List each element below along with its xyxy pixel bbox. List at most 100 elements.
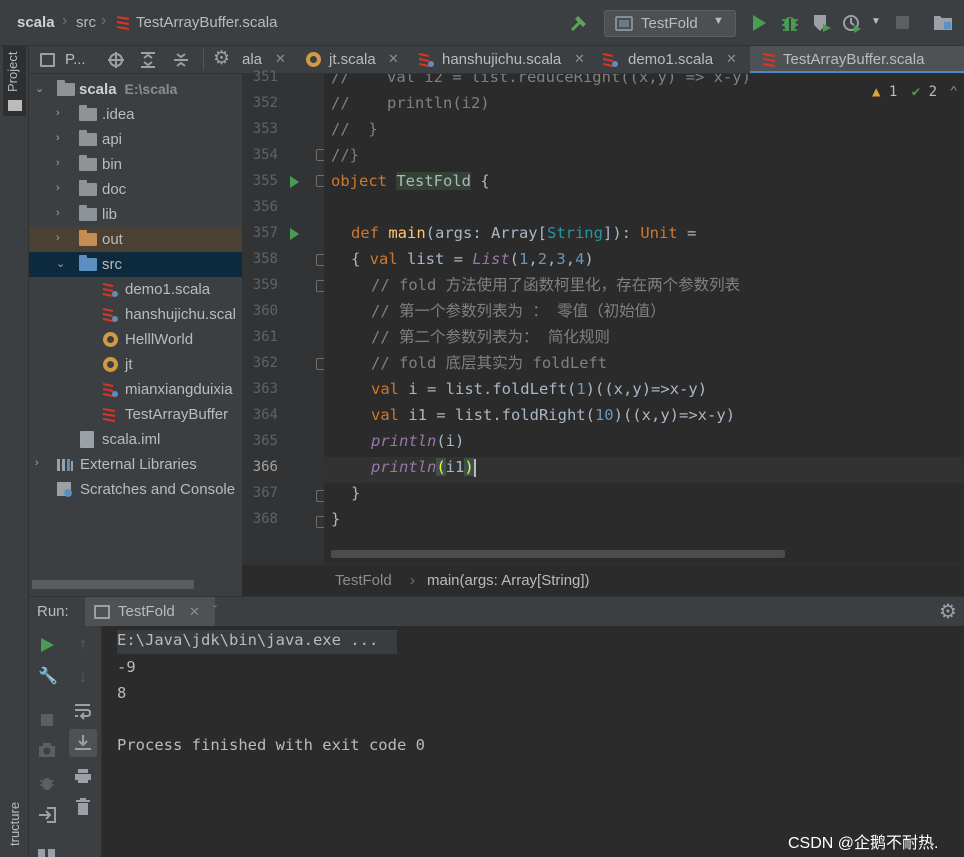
scala-object-icon [103,383,118,397]
tree-item-file[interactable]: TestArrayBuffer [29,402,242,427]
horizontal-scrollbar[interactable] [32,580,194,589]
profiler-icon[interactable] [841,12,863,34]
project-tool-tab[interactable]: Project [3,46,26,116]
expand-all-icon[interactable] [139,51,157,69]
coverage-icon[interactable] [811,12,833,34]
locate-target-icon[interactable] [107,51,125,69]
tab-jt[interactable]: jt.scala ✕ [302,46,408,73]
run-configuration-select[interactable]: TestFold ▼ [604,10,736,37]
editor-horizontal-scrollbar[interactable] [331,550,785,558]
soft-wrap-icon[interactable] [74,702,92,720]
chevron-down-icon[interactable]: ⌄ [56,257,68,270]
tree-item-file[interactable]: mianxiangduixia [29,377,242,402]
chevron-right-icon[interactable]: › [56,107,68,119]
warning-count: 1 [888,84,898,100]
layout-icon[interactable] [38,849,45,857]
close-icon[interactable]: ✕ [574,51,585,67]
tree-item-api[interactable]: › api [29,127,242,152]
tree-item-root[interactable]: ⌄ scala E:\scala [29,77,242,102]
stop-icon[interactable] [41,714,53,726]
scala-file-icon [103,408,115,422]
tree-item-bin[interactable]: › bin [29,152,242,177]
chevron-down-icon[interactable]: ⌄ [35,82,47,95]
scratches-icon [57,482,72,497]
console-output[interactable]: E:\Java\jdk\bin\java.exe ... -9 8 Proces… [102,626,964,857]
camera-icon[interactable] [38,742,56,758]
layout-icon[interactable] [48,849,55,857]
project-structure-icon[interactable] [932,12,954,34]
collapse-all-icon[interactable] [172,51,190,69]
tab-hanshujichu[interactable]: hanshujichu.scala ✕ [412,46,590,73]
chevron-right-icon[interactable]: › [56,132,68,144]
tree-item-lib[interactable]: › lib [29,202,242,227]
chevron-down-icon[interactable]: ▼ [871,16,881,27]
chevron-right-icon[interactable]: › [56,232,68,244]
tree-item-scratches[interactable]: Scratches and Console [29,477,242,502]
arrow-up-icon[interactable]: ↑ [74,636,92,654]
left-tool-strip: Project tructure [0,46,29,857]
close-icon[interactable]: ✕ [189,604,200,620]
run-tab-label: TestFold [118,603,175,620]
tree-item-file[interactable]: HelllWorld [29,327,242,352]
debug-bug-icon[interactable] [779,12,801,34]
chevron-right-icon[interactable]: › [56,207,68,219]
tree-item-external-libraries[interactable]: › External Libraries [29,452,242,477]
chevron-down-icon[interactable]: ˇ [213,603,217,617]
breadcrumb-file[interactable]: TestArrayBuffer.scala [136,14,277,31]
breadcrumb-project[interactable]: scala [17,14,55,31]
gear-icon[interactable]: ⚙ [939,599,957,624]
scala-object-icon [419,53,434,67]
tree-item-src[interactable]: ⌄ src [29,252,242,277]
object-icon [103,357,118,372]
code-line: def main(args: Array[String]): Unit = [351,224,697,242]
line-number: 353 [252,121,278,137]
code-line: // fold 方法使用了函数柯里化，存在两个参数列表 [371,276,741,294]
exit-icon[interactable] [38,806,56,824]
chevron-right-icon[interactable]: › [56,157,68,169]
code-line: println(i) [371,432,465,450]
stop-icon[interactable] [896,16,909,29]
tree-item-out[interactable]: › out [29,227,242,252]
chevron-up-icon[interactable]: ⌃ [950,84,958,100]
folder-icon [8,100,22,111]
tree-item-label: api [102,131,123,148]
close-icon[interactable]: ✕ [726,51,737,67]
run-gutter-icon[interactable] [290,176,299,188]
tab-testarraybuffer[interactable]: TestArrayBuffer.scala [750,46,964,73]
close-icon[interactable]: ✕ [275,51,286,67]
tree-item-file[interactable]: hanshujichu.scal [29,302,242,327]
console-line: Process finished with exit code 0 [117,736,425,754]
project-tab-label: Project [5,51,20,92]
close-icon[interactable]: ✕ [388,51,399,67]
run-icon[interactable] [748,12,770,34]
breadcrumb-method[interactable]: main(args: Array[String]) [427,572,590,589]
code-editor[interactable]: // val i2 = list.reduceRight((x,y) => x-… [324,74,964,564]
chevron-right-icon[interactable]: › [56,182,68,194]
tree-item-file[interactable]: demo1.scala [29,277,242,302]
build-hammer-icon[interactable] [568,12,590,34]
tree-item-doc[interactable]: › doc [29,177,242,202]
tree-item-file[interactable]: scala.iml [29,427,242,452]
debug-bug-icon[interactable] [38,774,56,792]
trash-icon[interactable] [75,798,91,816]
print-icon[interactable] [74,768,92,784]
breadcrumb-object[interactable]: TestFold [335,572,392,589]
tree-item-idea[interactable]: › .idea [29,102,242,127]
project-toolbar: P... ⚙ [29,46,242,74]
project-view-select[interactable]: P... [65,51,86,68]
inspection-widget[interactable]: ▲ 1 ✔ 2 ⌃ [872,84,958,100]
chevron-right-icon[interactable]: › [35,457,47,469]
run-gutter-icon[interactable] [290,228,299,240]
line-number: 354 [252,147,278,163]
tree-item-file[interactable]: jt [29,352,242,377]
scroll-to-end-button[interactable] [69,729,97,757]
gear-icon[interactable]: ⚙ [213,47,230,70]
structure-tool-tab[interactable]: tructure [7,802,22,846]
arrow-down-icon[interactable]: ↓ [74,669,92,687]
tab-demo1[interactable]: demo1.scala ✕ [596,46,742,73]
run-tab-testfold[interactable]: TestFold ✕ [85,597,215,627]
rerun-icon[interactable] [39,637,55,653]
wrench-icon[interactable]: 🔧 [38,668,58,686]
breadcrumb-folder[interactable]: src [76,14,96,31]
tab-label: ala [242,51,263,68]
